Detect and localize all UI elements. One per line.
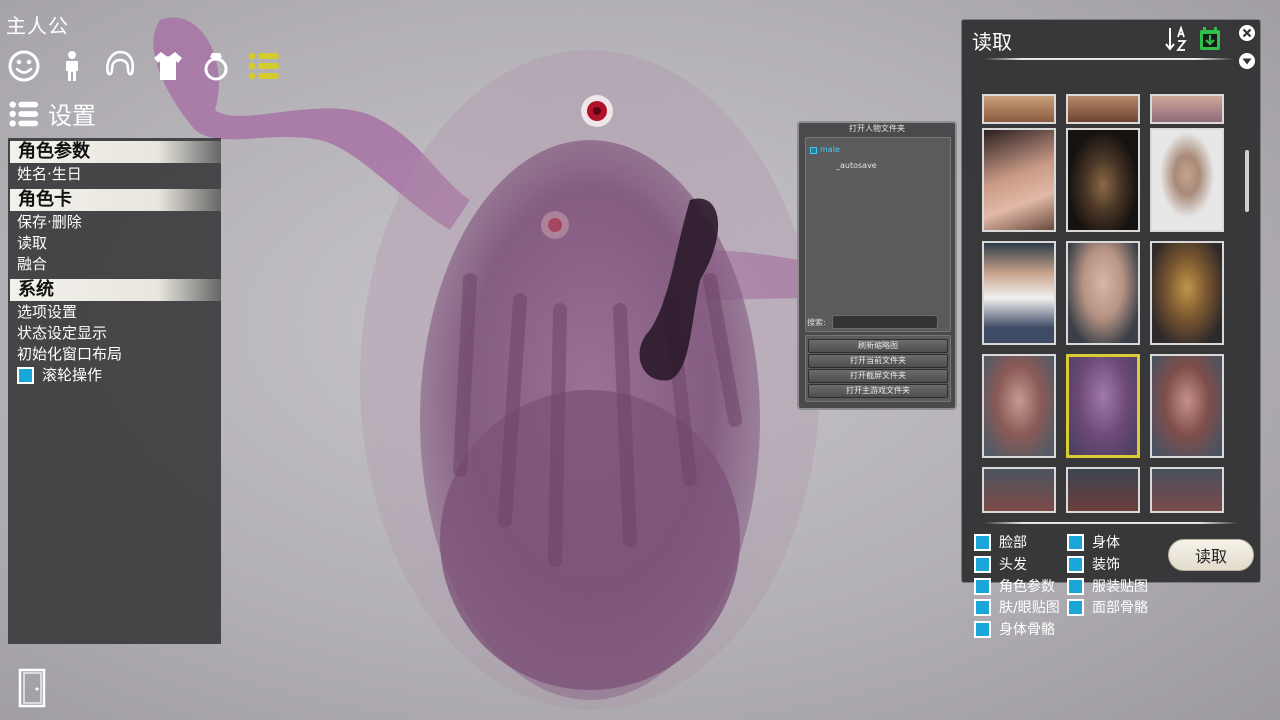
option-face-bones-label: 面部骨骼 [1092,600,1148,616]
option-face[interactable]: 脸部 [974,532,1027,552]
menu-item-wheel-op[interactable]: 滚轮操作 [8,365,221,386]
character-card[interactable] [1150,467,1224,513]
menu-item-options[interactable]: 选项设置 [8,302,221,323]
character-card[interactable] [1066,128,1140,232]
character-card-selected[interactable] [1066,354,1140,458]
character-card[interactable] [1066,241,1140,345]
body-icon[interactable] [54,48,90,84]
option-hair-label: 头发 [999,557,1027,573]
character-card[interactable] [1066,94,1140,124]
export-card-icon[interactable] [1198,26,1222,52]
settings-header: 设置 [8,96,96,131]
character-card[interactable] [1066,467,1140,513]
option-body-label: 身体 [1092,535,1120,551]
character-card[interactable] [982,94,1056,124]
clothes-icon[interactable] [150,48,186,84]
option-character-params-label: 角色参数 [999,579,1055,595]
menu-item-load[interactable]: 读取 [8,233,221,254]
folder-toggle-icon[interactable] [810,146,817,154]
option-hair-checkbox[interactable] [974,555,991,573]
app-title: 主人公 [6,14,69,38]
folder-tree: male _autosave [805,137,951,332]
open-game-folder-button[interactable]: 打开主游戏文件夹 [808,384,948,398]
option-face-label: 脸部 [999,535,1027,551]
menu-item-merge[interactable]: 融合 [8,254,221,275]
option-clothes-texture-label: 服装贴图 [1092,579,1148,595]
option-skin-eye-texture[interactable]: 肤/眼贴图 [974,597,1060,617]
option-character-params[interactable]: 角色参数 [974,576,1055,596]
option-body[interactable]: 身体 [1067,532,1120,552]
option-face-checkbox[interactable] [974,533,991,551]
option-accessories-label: 装饰 [1092,557,1120,573]
chevron-down-icon[interactable] [1238,52,1256,70]
character-card[interactable] [982,354,1056,458]
section-character-card: 角色卡 [10,189,221,211]
option-hair[interactable]: 头发 [974,554,1027,574]
character-card[interactable] [1150,241,1224,345]
menu-item-name-birthday[interactable]: 姓名·生日 [8,164,221,185]
close-icon[interactable] [1238,24,1256,42]
load-panel-title: 读取 [972,30,1012,54]
panel-divider [984,522,1238,524]
option-body-bones[interactable]: 身体骨骼 [974,619,1055,639]
character-card[interactable] [1150,128,1224,232]
top-category-bar [6,48,282,84]
menu-item-init-layout[interactable]: 初始化窗口布局 [8,344,221,365]
option-body-bones-checkbox[interactable] [974,620,991,638]
search-input[interactable] [831,315,938,329]
settings-list-icon[interactable] [246,48,282,84]
folder-search-row: 搜索: [807,315,938,329]
list-icon [9,100,39,127]
hair-icon[interactable] [102,48,138,84]
settings-menu-panel: 角色参数 姓名·生日 角色卡 保存·删除 读取 融合 系统 选项设置 状态设定显… [8,138,221,644]
wheel-op-label: 滚轮操作 [42,366,103,384]
option-skin-eye-texture-checkbox[interactable] [974,598,991,616]
exit-door-icon[interactable] [18,668,46,708]
open-current-folder-button[interactable]: 打开当前文件夹 [808,354,948,368]
section-system: 系统 [10,279,221,301]
option-clothes-texture-checkbox[interactable] [1067,577,1084,595]
accessory-ring-icon[interactable] [198,48,234,84]
sort-az-icon[interactable] [1165,26,1189,52]
character-card[interactable] [982,241,1056,345]
grid-scrollbar[interactable] [1245,150,1249,212]
open-screenshot-folder-button[interactable]: 打开截屏文件夹 [808,369,948,383]
folder-panel: 打开人物文件夹 male _autosave 搜索: 刷新缩略图 打开当前文件夹… [797,121,957,410]
option-skin-eye-texture-label: 肤/眼贴图 [999,600,1060,616]
option-face-bones[interactable]: 面部骨骼 [1067,597,1148,617]
character-card[interactable] [982,467,1056,513]
option-body-checkbox[interactable] [1067,533,1084,551]
face-icon[interactable] [6,48,42,84]
option-accessories-checkbox[interactable] [1067,555,1084,573]
option-character-params-checkbox[interactable] [974,577,991,595]
refresh-thumbnails-button[interactable]: 刷新缩略图 [808,339,948,353]
tree-item-autosave[interactable]: _autosave [806,158,950,174]
search-label: 搜索: [807,317,826,327]
panel-divider [984,58,1234,60]
option-body-bones-label: 身体骨骼 [999,622,1055,638]
load-button[interactable]: 读取 [1168,539,1254,571]
menu-item-status-display[interactable]: 状态设定显示 [8,323,221,344]
character-card-grid[interactable] [976,94,1238,514]
option-clothes-texture[interactable]: 服装贴图 [1067,576,1148,596]
folder-button-group: 刷新缩略图 打开当前文件夹 打开截屏文件夹 打开主游戏文件夹 [805,335,951,402]
section-character-params: 角色参数 [10,141,221,163]
character-card[interactable] [1150,94,1224,124]
character-card[interactable] [1150,354,1224,458]
tree-item-male-label: male [820,145,840,154]
settings-title: 设置 [48,102,96,130]
wheel-op-checkbox[interactable] [17,367,34,384]
load-panel: 读取 脸部 头发 角色参数 肤/眼贴图 身体骨骼 身体 装饰 服装贴图 面部骨骼… [961,19,1261,638]
character-card[interactable] [982,128,1056,232]
option-accessories[interactable]: 装饰 [1067,554,1120,574]
menu-item-save-delete[interactable]: 保存·删除 [8,212,221,233]
option-face-bones-checkbox[interactable] [1067,598,1084,616]
tree-item-male[interactable]: male [806,142,950,158]
folder-panel-title: 打开人物文件夹 [849,124,905,133]
